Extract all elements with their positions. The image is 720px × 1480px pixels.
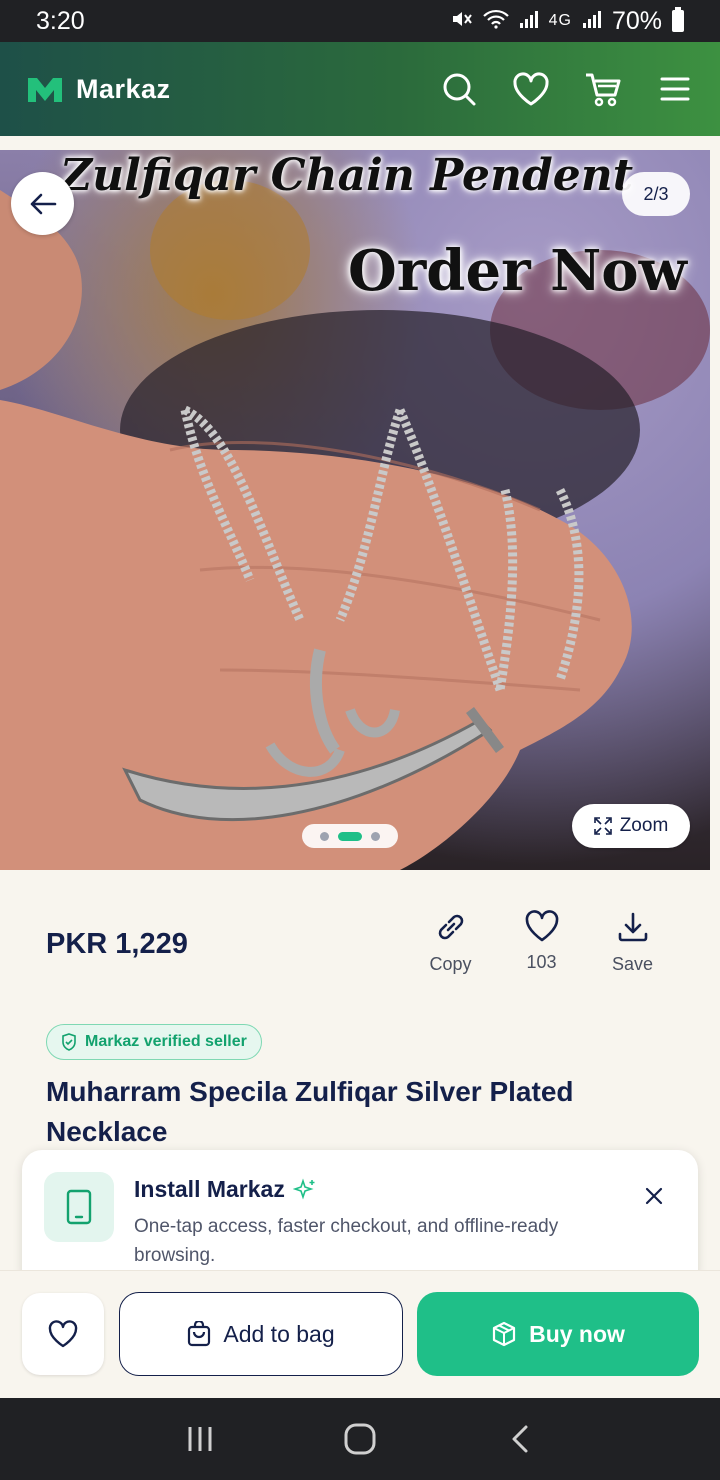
menu-icon[interactable] xyxy=(656,70,694,108)
add-to-bag-label: Add to bag xyxy=(223,1320,335,1347)
box-icon xyxy=(492,1321,516,1347)
close-banner-button[interactable] xyxy=(640,1182,668,1210)
copy-link-button[interactable]: Copy xyxy=(405,910,496,975)
home-icon[interactable] xyxy=(335,1414,385,1464)
product-actions: Copy 103 Save xyxy=(405,910,678,975)
heart-icon xyxy=(525,910,558,942)
header-actions xyxy=(440,70,694,108)
bag-icon xyxy=(188,1321,211,1347)
zoom-button[interactable]: Zoom xyxy=(572,804,690,848)
save-button[interactable]: Save xyxy=(587,910,678,975)
verified-label: Markaz verified seller xyxy=(85,1033,247,1050)
image-counter: 2/3 xyxy=(622,172,690,216)
install-description: One-tap access, faster checkout, and off… xyxy=(134,1216,559,1266)
like-button[interactable]: 103 xyxy=(496,910,587,975)
like-count: 103 xyxy=(526,952,557,972)
bottom-action-bar: Add to bag Buy now xyxy=(0,1270,720,1396)
image-overlay-title: Zulfiqar Chain Pendent xyxy=(60,150,634,201)
signal-icon-2 xyxy=(582,7,602,36)
expand-icon xyxy=(593,817,612,835)
brand-name: Markaz xyxy=(76,73,171,104)
install-title: Install Markaz xyxy=(134,1176,317,1203)
status-icons: 4G 70% xyxy=(451,7,684,36)
install-app-banner[interactable]: Install Markaz One-tap access, faster ch… xyxy=(22,1150,698,1290)
heart-outline-icon xyxy=(48,1320,78,1348)
wishlist-button[interactable] xyxy=(22,1293,104,1375)
link-icon xyxy=(438,914,463,940)
recent-apps-icon[interactable] xyxy=(175,1414,225,1464)
close-icon xyxy=(645,1187,663,1205)
carousel-dots[interactable] xyxy=(302,824,398,848)
buy-now-label: Buy now xyxy=(529,1320,625,1347)
sparkle-icon xyxy=(292,1177,315,1200)
brand-logo[interactable]: Markaz xyxy=(26,74,171,105)
battery-icon xyxy=(672,7,684,32)
save-label: Save xyxy=(611,954,654,974)
install-title-text: Install Markaz xyxy=(134,1176,285,1202)
download-icon xyxy=(618,912,647,942)
carousel-dot[interactable] xyxy=(371,831,380,841)
product-price: PKR 1,229 xyxy=(46,928,188,960)
verified-seller-badge: Markaz verified seller xyxy=(46,1024,262,1060)
arrow-left-icon xyxy=(30,193,56,214)
wifi-icon xyxy=(482,7,509,36)
search-icon[interactable] xyxy=(440,70,478,108)
signal-icon xyxy=(519,7,539,36)
battery-percent: 70% xyxy=(611,6,662,35)
phone-icon-box xyxy=(44,1172,114,1242)
wishlist-heart-icon[interactable] xyxy=(512,70,550,108)
back-button[interactable] xyxy=(11,172,74,235)
product-image-gallery[interactable]: Zulfiqar Chain Pendent Order Now 2/3 Zoo… xyxy=(0,150,710,870)
product-title: Muharram Specila Zulfiqar Silver Plated … xyxy=(46,1076,574,1147)
app-header: Markaz xyxy=(0,42,720,136)
copy-label: Copy xyxy=(429,954,472,974)
carousel-dot-active[interactable] xyxy=(338,831,362,841)
status-time: 3:20 xyxy=(36,6,85,35)
carousel-dot[interactable] xyxy=(320,831,329,841)
zoom-label: Zoom xyxy=(619,815,669,836)
back-nav-icon[interactable] xyxy=(495,1414,545,1464)
cart-icon[interactable] xyxy=(584,70,622,108)
add-to-bag-button[interactable]: Add to bag xyxy=(119,1292,403,1376)
phone-icon xyxy=(66,1189,92,1225)
image-overlay-cta: Order Now xyxy=(348,238,687,304)
system-nav-bar xyxy=(0,1398,720,1480)
mute-icon xyxy=(451,7,473,36)
markaz-logo-icon xyxy=(28,78,62,102)
shield-check-icon xyxy=(62,1033,76,1051)
buy-now-button[interactable]: Buy now xyxy=(417,1292,699,1376)
network-type: 4G xyxy=(548,12,572,29)
status-bar: 3:20 4G 70% xyxy=(0,0,720,42)
